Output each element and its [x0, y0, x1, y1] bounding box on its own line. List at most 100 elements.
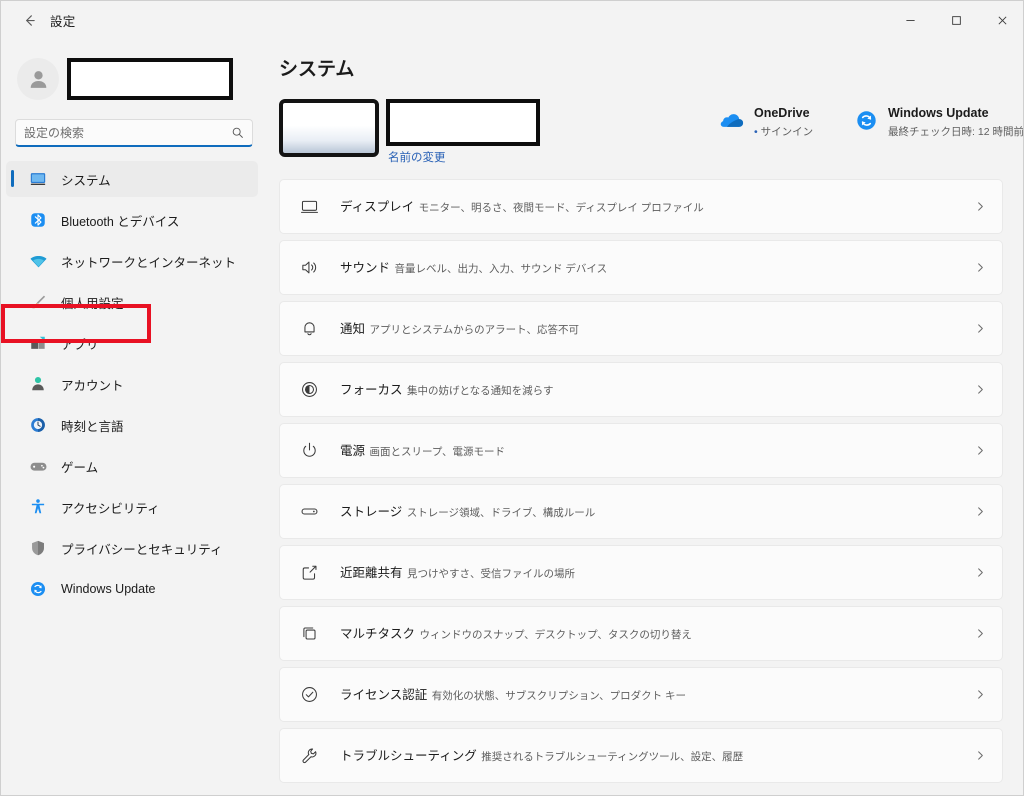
card-sub: 推奨されるトラブルシューティングツール、設定、履歴	[481, 750, 744, 763]
card-title: フォーカス	[340, 382, 403, 397]
card-title: ディスプレイ	[340, 199, 415, 214]
update-icon	[28, 579, 48, 599]
minimize-button[interactable]	[887, 1, 933, 39]
monitor-icon	[298, 196, 320, 218]
person-avatar-icon	[17, 58, 59, 100]
card-multitasking[interactable]: マルチタスク ウィンドウのスナップ、デスクトップ、タスクの切り替え	[279, 606, 1003, 661]
card-text: マルチタスク ウィンドウのスナップ、デスクトップ、タスクの切り替え	[340, 625, 975, 643]
sidebar-item-personalization[interactable]: 個人用設定	[6, 284, 258, 320]
sidebar-item-label: ネットワークとインターネット	[61, 255, 237, 270]
sidebar-item-label: 時刻と言語	[61, 419, 124, 434]
close-button[interactable]	[979, 1, 1023, 39]
card-text: 電源 画面とスリープ、電源モード	[340, 442, 975, 460]
sidebar-item-gaming[interactable]: ゲーム	[6, 448, 258, 484]
status-group: OneDrive • サインイン Windows Update 最終チェック日時…	[719, 104, 1024, 140]
card-sub: 画面とスリープ、電源モード	[369, 445, 506, 458]
bell-icon	[298, 318, 320, 340]
sidebar-item-label: アカウント	[61, 378, 124, 393]
card-sound[interactable]: サウンド 音量レベル、出力、入力、サウンド デバイス	[279, 240, 1003, 295]
status-bullet: •	[754, 126, 758, 138]
device-name-redacted	[386, 99, 540, 146]
status-title: Windows Update	[888, 106, 989, 120]
card-title: マルチタスク	[340, 626, 416, 641]
card-storage[interactable]: ストレージ ストレージ領域、ドライブ、構成ルール	[279, 484, 1003, 539]
sidebar-item-label: Bluetooth とデバイス	[61, 214, 180, 229]
sidebar-item-label: システム	[61, 173, 111, 188]
sidebar-item-system[interactable]: システム	[6, 161, 258, 197]
chevron-right-icon	[975, 201, 986, 212]
card-sub: モニター、明るさ、夜間モード、ディスプレイ プロファイル	[418, 201, 704, 214]
card-text: トラブルシューティング 推奨されるトラブルシューティングツール、設定、履歴	[340, 747, 975, 765]
sidebar: システム Bluetooth とデバイス ネ	[1, 39, 263, 795]
status-onedrive[interactable]: OneDrive • サインイン	[719, 104, 815, 140]
card-title: 電源	[340, 443, 366, 458]
status-text: Windows Update 最終チェック日時: 12 時間前	[888, 104, 1024, 140]
status-sub: 最終チェック日時: 12 時間前	[888, 126, 1024, 138]
window-title: 設定	[50, 14, 76, 29]
card-text: ディスプレイ モニター、明るさ、夜間モード、ディスプレイ プロファイル	[340, 198, 975, 216]
titlebar: 設定	[1, 1, 1023, 39]
card-sub: 有効化の状態、サブスクリプション、プロダクト キー	[431, 689, 687, 702]
chevron-right-icon	[975, 689, 986, 700]
search-wrapper	[15, 119, 253, 147]
card-text: 通知 アプリとシステムからのアラート、応答不可	[340, 320, 975, 338]
search-box[interactable]	[15, 119, 253, 147]
card-display[interactable]: ディスプレイ モニター、明るさ、夜間モード、ディスプレイ プロファイル	[279, 179, 1003, 234]
status-windows-update[interactable]: Windows Update 最終チェック日時: 12 時間前	[853, 104, 1024, 140]
card-sub: アプリとシステムからのアラート、応答不可	[369, 323, 579, 336]
apps-icon	[28, 333, 48, 353]
sidebar-item-label: プライバシーとセキュリティ	[61, 542, 223, 557]
back-button[interactable]	[12, 5, 46, 35]
sidebar-item-apps[interactable]: アプリ	[6, 325, 258, 361]
chevron-right-icon	[975, 384, 986, 395]
card-title: 近距離共有	[340, 565, 403, 580]
card-focus[interactable]: フォーカス 集中の妨げとなる通知を減らす	[279, 362, 1003, 417]
card-nearby-sharing[interactable]: 近距離共有 見つけやすさ、受信ファイルの場所	[279, 545, 1003, 600]
chevron-right-icon	[975, 323, 986, 334]
page-title: システム	[279, 59, 355, 80]
share-icon	[298, 562, 320, 584]
card-title: ライセンス認証	[340, 687, 428, 702]
sidebar-item-label: Windows Update	[61, 582, 156, 596]
card-notifications[interactable]: 通知 アプリとシステムからのアラート、応答不可	[279, 301, 1003, 356]
card-text: ライセンス認証 有効化の状態、サブスクリプション、プロダクト キー	[340, 686, 975, 704]
device-header: 名前の変更 OneDrive • サインイン Windows Update 最終…	[279, 99, 1024, 164]
sidebar-item-accounts[interactable]: アカウント	[6, 366, 258, 402]
chevron-right-icon	[975, 506, 986, 517]
maximize-button[interactable]	[933, 1, 979, 39]
sidebar-item-label: 個人用設定	[61, 296, 124, 311]
sidebar-item-accessibility[interactable]: アクセシビリティ	[6, 489, 258, 525]
sidebar-item-privacy-security[interactable]: プライバシーとセキュリティ	[6, 530, 258, 566]
paintbrush-icon	[28, 292, 48, 312]
sidebar-item-bluetooth[interactable]: Bluetooth とデバイス	[6, 202, 258, 238]
wrench-icon	[298, 745, 320, 767]
card-power[interactable]: 電源 画面とスリープ、電源モード	[279, 423, 1003, 478]
card-title: トラブルシューティング	[340, 748, 477, 763]
account-row[interactable]	[17, 49, 263, 109]
status-sub: • サインイン	[754, 126, 813, 138]
speaker-icon	[298, 257, 320, 279]
card-sub: 見つけやすさ、受信ファイルの場所	[406, 567, 575, 580]
main-content: システム 名前の変更 OneDrive • サインイン Windows Upda…	[263, 39, 1024, 795]
power-icon	[298, 440, 320, 462]
rename-link[interactable]: 名前の変更	[388, 149, 540, 165]
card-text: サウンド 音量レベル、出力、入力、サウンド デバイス	[340, 259, 975, 277]
sidebar-item-label: ゲーム	[61, 460, 99, 475]
device-meta: 名前の変更	[386, 99, 540, 165]
accessibility-icon	[28, 497, 48, 517]
search-input[interactable]	[24, 125, 231, 140]
card-activation[interactable]: ライセンス認証 有効化の状態、サブスクリプション、プロダクト キー	[279, 667, 1003, 722]
chevron-right-icon	[975, 567, 986, 578]
sidebar-item-windows-update[interactable]: Windows Update	[6, 571, 258, 607]
sidebar-item-network[interactable]: ネットワークとインターネット	[6, 243, 258, 279]
card-troubleshoot[interactable]: トラブルシューティング 推奨されるトラブルシューティングツール、設定、履歴	[279, 728, 1003, 783]
device-thumbnail	[279, 99, 379, 157]
focus-icon	[298, 379, 320, 401]
settings-window: 設定 設定の検索 システム Bluetooth とデバイス ネットワークとインタ…	[0, 0, 1024, 796]
sidebar-item-time-language[interactable]: 時刻と言語	[6, 407, 258, 443]
shield-icon	[28, 538, 48, 558]
card-title: 通知	[340, 321, 366, 336]
chevron-right-icon	[975, 445, 986, 456]
clock-globe-icon	[28, 415, 48, 435]
bluetooth-icon	[28, 210, 48, 230]
